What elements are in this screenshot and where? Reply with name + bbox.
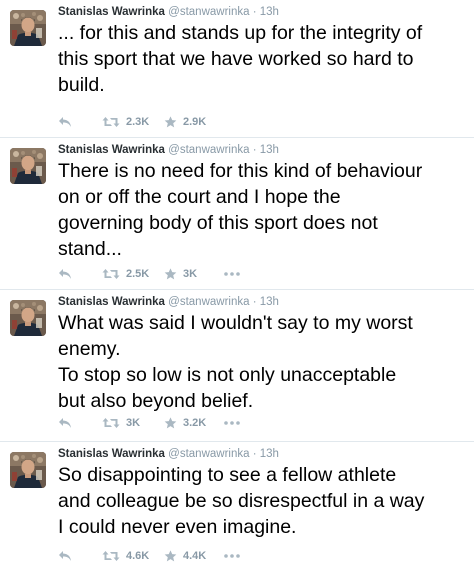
more-button[interactable]	[224, 421, 240, 425]
more-dots-icon	[224, 272, 240, 276]
user-name[interactable]: Stanislas Wawrinka	[58, 144, 165, 156]
reply-icon	[58, 550, 72, 562]
retweet-count: 2.3K	[126, 116, 150, 128]
avatar[interactable]	[10, 452, 46, 488]
retweet-count: 3K	[126, 417, 141, 429]
retweet-icon	[102, 116, 120, 128]
favorite-button[interactable]: 2.9K	[164, 116, 224, 128]
favorite-button[interactable]: 4.4K	[164, 550, 224, 562]
user-name[interactable]: Stanislas Wawrinka	[58, 296, 165, 308]
retweet-count: 2.5K	[126, 268, 150, 280]
more-button[interactable]	[224, 554, 240, 558]
retweet-icon	[102, 550, 120, 562]
reply-button[interactable]	[58, 268, 102, 280]
tweet: Stanislas Wawrinka @stanwawrinka · 13h W…	[0, 290, 474, 442]
separator: ·	[252, 448, 257, 460]
retweet-icon	[102, 417, 120, 429]
star-icon	[164, 417, 177, 429]
star-icon	[164, 268, 177, 280]
tweet: Stanislas Wawrinka @stanwawrinka · 13h T…	[0, 138, 474, 290]
favorite-count: 4.4K	[183, 550, 207, 562]
retweet-count: 4.6K	[126, 550, 150, 562]
reply-icon	[58, 268, 72, 280]
favorite-button[interactable]: 3K	[164, 268, 224, 280]
tweet: Stanislas Wawrinka @stanwawrinka · 13h S…	[0, 442, 474, 574]
tweet: Stanislas Wawrinka @stanwawrinka · 13h .…	[0, 0, 474, 138]
reply-icon	[58, 116, 72, 128]
user-handle[interactable]: @stanwawrinka	[168, 448, 249, 460]
favorite-count: 3.2K	[183, 417, 207, 429]
more-button[interactable]	[224, 272, 240, 276]
tweet-time[interactable]: 13h	[260, 144, 279, 156]
tweet-text: So disappointing to see a fellow athlete…	[58, 464, 425, 538]
avatar[interactable]	[10, 300, 46, 336]
tweet-actions: 4.6K 4.4K	[58, 548, 240, 564]
retweet-button[interactable]: 3K	[102, 417, 164, 429]
retweet-button[interactable]: 2.5K	[102, 268, 164, 280]
tweet-text: What was said I wouldn't say to my worst…	[58, 312, 413, 412]
user-handle[interactable]: @stanwawrinka	[168, 296, 249, 308]
separator: ·	[252, 144, 257, 156]
retweet-button[interactable]: 2.3K	[102, 116, 164, 128]
tweet-time[interactable]: 13h	[260, 6, 279, 18]
favorite-button[interactable]: 3.2K	[164, 417, 224, 429]
reply-icon	[58, 417, 72, 429]
reply-button[interactable]	[58, 417, 102, 429]
user-name[interactable]: Stanislas Wawrinka	[58, 448, 165, 460]
tweet-header: Stanislas Wawrinka @stanwawrinka · 13h	[58, 446, 279, 462]
tweet-text: There is no need for this kind of behavi…	[58, 160, 423, 260]
star-icon	[164, 550, 177, 562]
retweet-icon	[102, 268, 120, 280]
tweet-time[interactable]: 13h	[260, 296, 279, 308]
tweet-time[interactable]: 13h	[260, 448, 279, 460]
tweet-actions: 2.5K 3K	[58, 266, 240, 282]
reply-button[interactable]	[58, 550, 102, 562]
star-icon	[164, 116, 177, 128]
tweet-actions: 2.3K 2.9K	[58, 114, 224, 130]
user-handle[interactable]: @stanwawrinka	[168, 144, 249, 156]
reply-button[interactable]	[58, 116, 102, 128]
tweet-header: Stanislas Wawrinka @stanwawrinka · 13h	[58, 4, 279, 20]
user-handle[interactable]: @stanwawrinka	[168, 6, 249, 18]
more-dots-icon	[224, 421, 240, 425]
tweet-header: Stanislas Wawrinka @stanwawrinka · 13h	[58, 142, 279, 158]
avatar[interactable]	[10, 148, 46, 184]
tweet-text: ... for this and stands up for the integ…	[58, 22, 423, 96]
favorite-count: 2.9K	[183, 116, 207, 128]
separator: ·	[252, 296, 257, 308]
separator: ·	[252, 6, 257, 18]
tweet-header: Stanislas Wawrinka @stanwawrinka · 13h	[58, 294, 279, 310]
more-dots-icon	[224, 554, 240, 558]
tweet-actions: 3K 3.2K	[58, 415, 240, 431]
tweet-timeline: Stanislas Wawrinka @stanwawrinka · 13h .…	[0, 0, 474, 574]
user-name[interactable]: Stanislas Wawrinka	[58, 6, 165, 18]
favorite-count: 3K	[183, 268, 198, 280]
avatar[interactable]	[10, 10, 46, 46]
retweet-button[interactable]: 4.6K	[102, 550, 164, 562]
